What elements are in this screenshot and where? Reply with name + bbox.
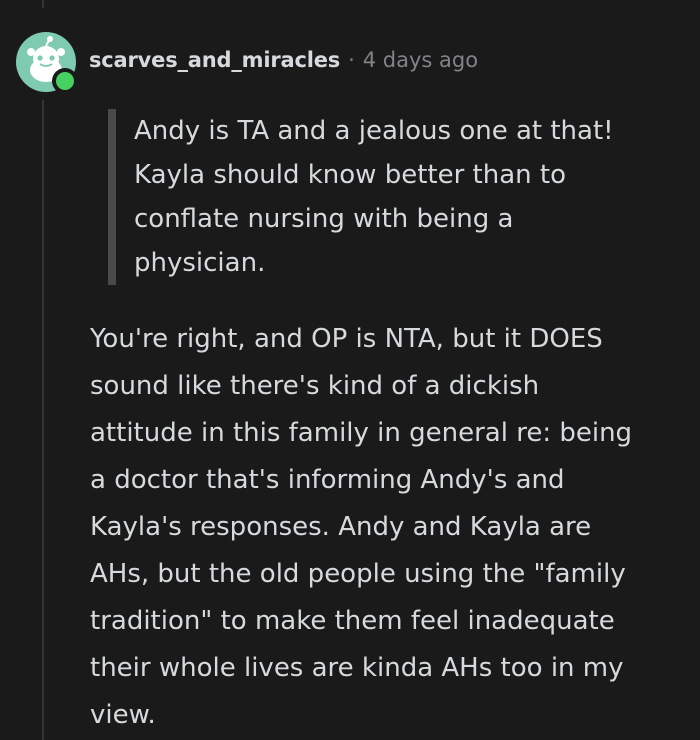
quote-line: Kayla should know better than to (134, 160, 566, 190)
body-line: You're right, and OP is NTA, but it DOES (90, 324, 603, 354)
quote-line: physician. (134, 248, 266, 278)
meta-separator: · (348, 48, 355, 72)
comment-body: You're right, and OP is NTA, but it DOES… (90, 316, 680, 739)
quote-line: Andy is TA and a jealous one at that! (134, 116, 614, 146)
quote-line: conflate nursing with being a (134, 204, 514, 234)
collapse-thread-line[interactable] (42, 100, 44, 740)
body-line: AHs, but the old people using the "famil… (90, 559, 626, 589)
body-line: sound like there's kind of a dickish (90, 371, 540, 401)
body-line: a doctor that's informing Andy's and (90, 465, 565, 495)
body-line: attitude in this family in general re: b… (90, 418, 633, 448)
comment-timestamp[interactable]: 4 days ago (363, 48, 478, 72)
body-line: tradition" to make them feel inadequate (90, 606, 615, 636)
blockquote: Andy is TA and a jealous one at that! Ka… (108, 109, 674, 285)
username-link[interactable]: scarves_and_miracles (89, 48, 340, 72)
parent-thread-line[interactable] (42, 0, 44, 8)
body-line: their whole lives are kinda AHs too in m… (90, 653, 624, 683)
body-line: Kayla's responses. Andy and Kayla are (90, 512, 592, 542)
online-status-icon (52, 68, 78, 94)
comment-meta: scarves_and_miracles · 4 days ago (89, 48, 478, 72)
